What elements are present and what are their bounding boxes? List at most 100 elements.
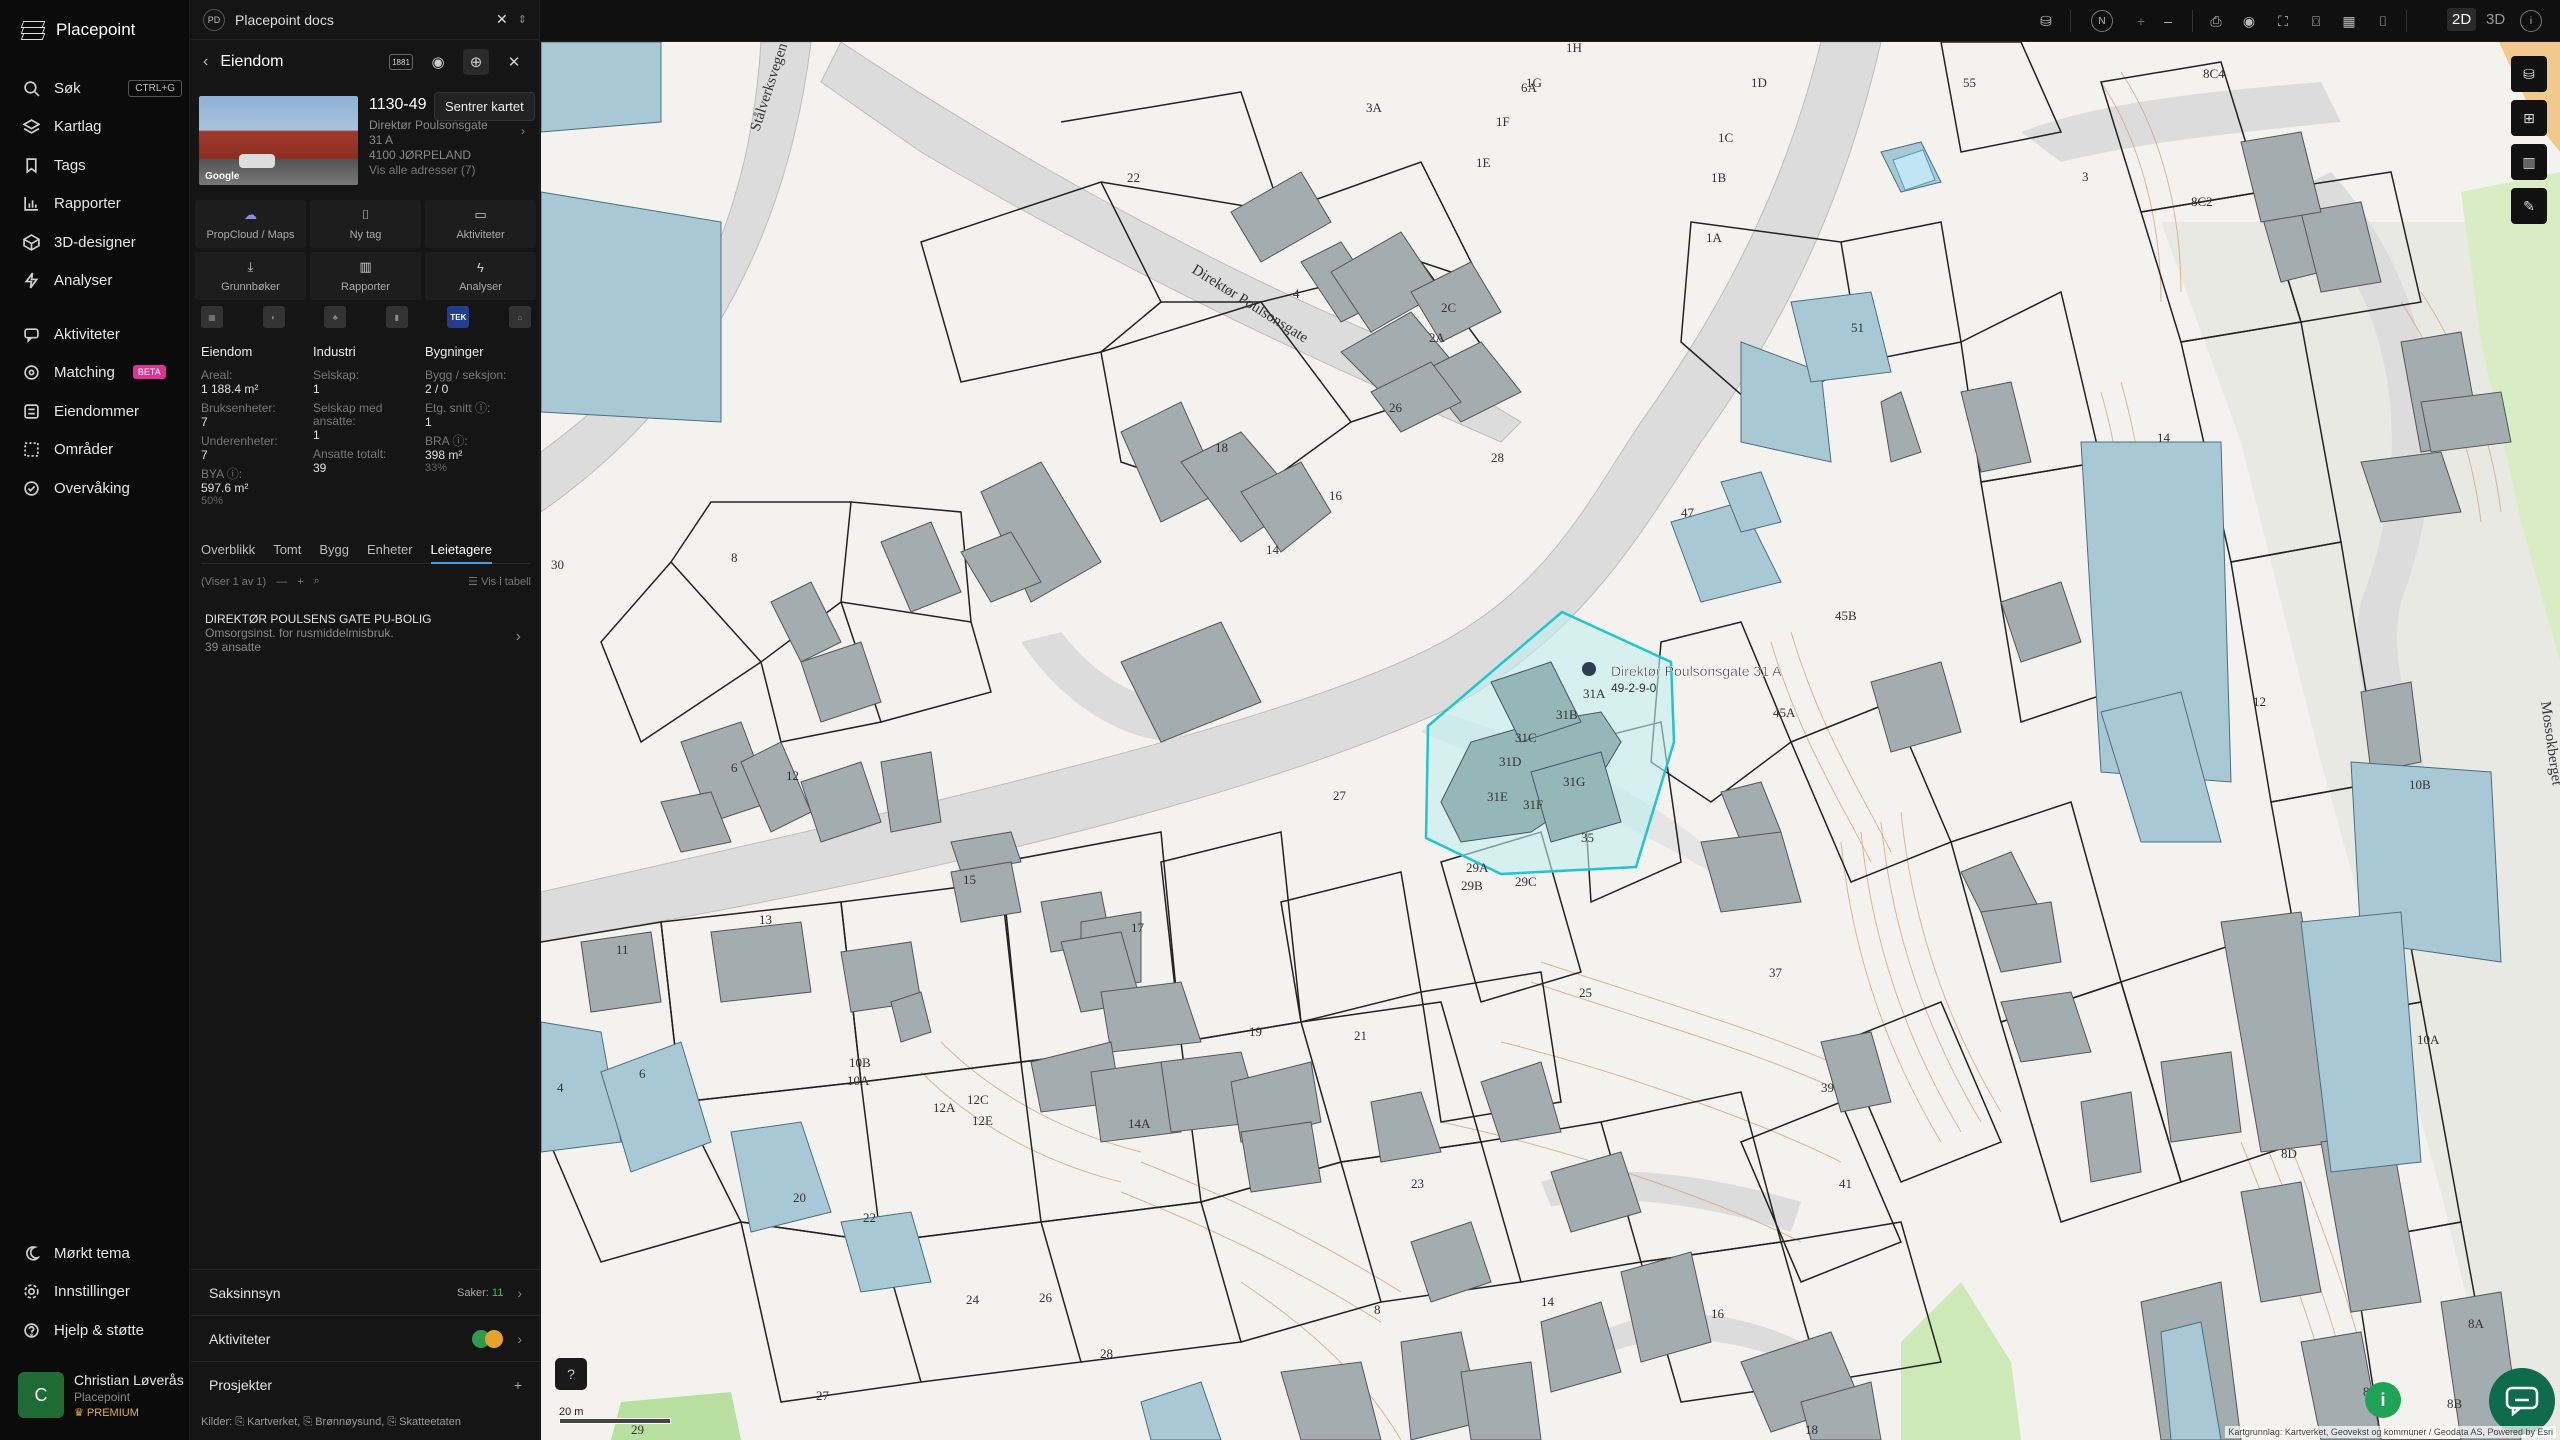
- north-arrow-icon[interactable]: N: [2091, 10, 2113, 32]
- saksinnsyn-section[interactable]: Saksinnsyn Saker: 11 ›: [191, 1269, 540, 1315]
- stat-percent: 50%: [201, 495, 224, 507]
- plus-icon[interactable]: +: [514, 1377, 522, 1393]
- minus-icon[interactable]: —: [276, 576, 287, 588]
- info-icon[interactable]: i: [2365, 1382, 2401, 1418]
- bookmark-icon[interactable]: ⌷: [2372, 10, 2394, 32]
- nav-item-overvaking[interactable]: Overvåking: [22, 476, 182, 500]
- svg-text:28: 28: [1491, 450, 1504, 465]
- zoom-in-icon[interactable]: +: [2130, 10, 2152, 32]
- close-icon[interactable]: ✕: [496, 11, 508, 28]
- nav-item-kartlag[interactable]: Kartlag: [22, 114, 182, 138]
- tenant-row[interactable]: DIREKTØR POULSENS GATE PU-BOLIG Omsorgsi…: [205, 612, 525, 654]
- brand[interactable]: Placepoint: [20, 20, 135, 40]
- globe-icon[interactable]: ◐: [262, 306, 285, 328]
- zoom-out-icon[interactable]: –: [2157, 10, 2179, 32]
- table-view-link[interactable]: ☰ Vis i tabell: [468, 575, 531, 588]
- aktiviteter-section[interactable]: Aktiviteter ›: [191, 1315, 540, 1361]
- svg-text:15: 15: [963, 872, 976, 887]
- map-help-icon[interactable]: ?: [555, 1358, 587, 1390]
- tab-enheter[interactable]: Enheter: [367, 542, 413, 557]
- stat-value: 1: [425, 415, 432, 429]
- activities-button[interactable]: ▭ Aktiviteter: [425, 200, 536, 248]
- print-icon[interactable]: ⎙: [2205, 10, 2227, 32]
- chat-support-button[interactable]: [2489, 1368, 2555, 1434]
- chevron-right-icon[interactable]: ›: [521, 124, 525, 138]
- nav-item-omrader[interactable]: Områder: [22, 437, 182, 461]
- stats-title: Eiendom: [201, 344, 253, 359]
- nav-item-sok[interactable]: Søk CTRL+G: [22, 76, 182, 100]
- nav-item-help[interactable]: Hjelp & støtte: [22, 1318, 182, 1342]
- svg-text:45A: 45A: [1773, 705, 1796, 720]
- tab-tomt[interactable]: Tomt: [273, 542, 301, 557]
- propcloud-button[interactable]: ☁ PropCloud / Maps: [195, 200, 306, 248]
- fullscreen-icon[interactable]: ⛶: [2272, 10, 2294, 32]
- svg-text:10A: 10A: [2417, 1032, 2440, 1047]
- prosjekter-section[interactable]: Prosjekter +: [191, 1361, 540, 1407]
- svg-text:16: 16: [1711, 1306, 1725, 1321]
- info-icon[interactable]: i: [2520, 10, 2542, 32]
- grid-icon[interactable]: ▦: [2338, 10, 2360, 32]
- grunnboker-button[interactable]: ⤓ Grunnbøker: [195, 252, 306, 300]
- nav-label: Innstillinger: [54, 1282, 130, 1300]
- chevron-right-icon: ›: [517, 1330, 522, 1347]
- search-icon[interactable]: ⌕: [314, 575, 320, 588]
- all-addresses-link[interactable]: Vis alle adresser (7): [369, 163, 488, 178]
- signal-icon[interactable]: ▮: [385, 306, 408, 328]
- close-panel-icon[interactable]: ✕: [501, 49, 527, 75]
- tenant-description: Omsorgsinst. for rusmiddelmisbruk.: [205, 626, 394, 640]
- nav-item-matching[interactable]: Matching BETA: [22, 360, 182, 384]
- reports-button[interactable]: ▥ Rapporter: [310, 252, 421, 300]
- nav-item-dark-theme[interactable]: Mørkt tema: [22, 1241, 182, 1265]
- eye-icon[interactable]: ◉: [2238, 10, 2260, 32]
- mode-2d-toggle[interactable]: 2D: [2447, 8, 2477, 31]
- mode-3d-toggle[interactable]: 3D: [2481, 8, 2510, 31]
- matrikkel-icon[interactable]: 1881: [389, 54, 413, 70]
- draw-tool-icon[interactable]: ✎: [2511, 188, 2547, 224]
- nav-item-rapporter[interactable]: Rapporter: [22, 191, 182, 215]
- user-card[interactable]: C Christian Løverås Placepoint ♛ PREMIUM: [18, 1372, 184, 1419]
- analyses-button[interactable]: ϟ Analyser: [425, 252, 536, 300]
- panel-tabs: Overblikk Tomt Bygg Enheter Leietagere: [201, 542, 531, 564]
- map-svg: 221816 26282A 2C41A 1B1C1D 1E1F1G 1H3A14…: [541, 42, 2560, 1440]
- nav-item-3d-designer[interactable]: 3D-designer: [22, 230, 182, 254]
- tab-leietagere[interactable]: Leietagere: [430, 542, 492, 564]
- svg-text:4: 4: [1293, 286, 1300, 301]
- home-icon[interactable]: ⌂: [508, 306, 531, 328]
- plus-icon[interactable]: +: [297, 576, 303, 588]
- new-tag-button[interactable]: ⌷ Ny tag: [310, 200, 421, 248]
- location-pin[interactable]: [1582, 662, 1596, 676]
- svg-text:29B: 29B: [1461, 878, 1483, 893]
- center-map-icon[interactable]: ⊕: [463, 49, 489, 75]
- nav-item-analyser[interactable]: Analyser: [22, 268, 182, 292]
- tab-overblikk[interactable]: Overblikk: [201, 542, 255, 557]
- sources-footer: Kilder: ⎘ Kartverket, ⎘ Brønnøysund, ⎘ S…: [201, 1416, 461, 1428]
- user-plan: ♛ PREMIUM: [74, 1406, 184, 1419]
- svg-text:8D: 8D: [2281, 1146, 2297, 1161]
- docs-title[interactable]: Placepoint docs: [235, 12, 334, 28]
- matrikkel-icon[interactable]: ▦: [201, 306, 223, 328]
- nav-item-aktiviteter[interactable]: Aktiviteter: [22, 322, 182, 346]
- tab-bygg[interactable]: Bygg: [319, 542, 349, 557]
- measure-tool-icon[interactable]: ⊞: [2511, 100, 2547, 136]
- cloud-print-icon[interactable]: ⛁: [2035, 10, 2057, 32]
- stat-value: 1: [313, 428, 320, 442]
- nav-item-tags[interactable]: Tags: [22, 153, 182, 177]
- map-canvas[interactable]: 22 18 16 26 28 2A 2C 4 1A 1B 1C 1D 1E 1F 1G 1H 3A 14…: [541, 42, 2560, 1440]
- street-view-photo[interactable]: Google: [199, 96, 358, 185]
- svg-text:14: 14: [1541, 1294, 1555, 1309]
- tek-badge[interactable]: TEK: [447, 306, 470, 328]
- back-icon[interactable]: ‹: [203, 53, 208, 71]
- stat-label: Ansatte totalt:: [313, 447, 387, 461]
- eye-icon[interactable]: ◉: [425, 49, 451, 75]
- chevron-updown-icon[interactable]: ⇕: [518, 13, 527, 26]
- layers-tool-icon[interactable]: ⛁: [2511, 56, 2547, 92]
- svg-text:27: 27: [816, 1388, 830, 1403]
- svg-text:8C2: 8C2: [2191, 194, 2213, 209]
- action-label: Rapporter: [341, 281, 390, 293]
- nav-item-settings[interactable]: Innstillinger: [22, 1279, 182, 1303]
- nav-item-eiendommer[interactable]: Eiendommer: [22, 399, 182, 423]
- camera-icon[interactable]: ⌼: [2305, 10, 2327, 32]
- chart-tool-icon[interactable]: ▥: [2511, 144, 2547, 180]
- svg-text:27: 27: [1333, 788, 1347, 803]
- factory-icon[interactable]: ♣: [324, 306, 347, 328]
